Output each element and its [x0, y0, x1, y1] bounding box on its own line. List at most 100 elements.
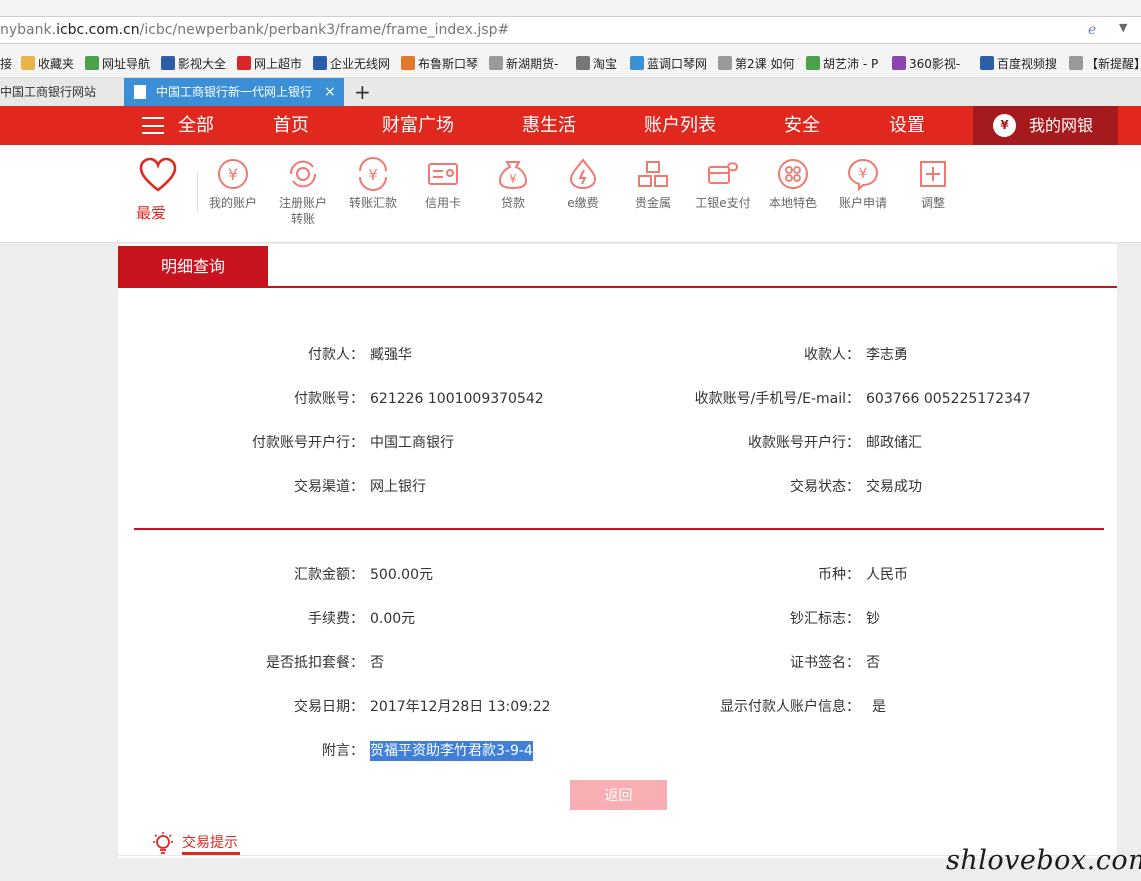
bookmark-item[interactable]: 网址导航	[85, 55, 150, 72]
ie-compat-icon[interactable]: ℯ	[1088, 22, 1096, 38]
yen-bubble-icon: ¥	[847, 158, 879, 191]
nav-icon	[85, 56, 99, 70]
func-adjust[interactable]: 调整	[893, 157, 973, 211]
fee-value: 0.00元	[370, 611, 416, 627]
func-e-payment[interactable]: e缴费	[543, 157, 623, 211]
row-date: 交易日期： 2017年12月28日 13:09:22 显示付款人账户信息： 是	[294, 699, 886, 715]
tab-strip: 中国工商银行网站 中国工商银行新一代网上银行 × +	[0, 78, 1141, 106]
bookmark-item[interactable]: 360影视-	[892, 55, 960, 72]
favorite-button[interactable]	[138, 157, 178, 197]
func-my-account[interactable]: ¥ 我的账户	[193, 157, 273, 211]
bookmark-item[interactable]: 布鲁斯口琴	[401, 55, 478, 72]
paw-icon	[980, 56, 994, 70]
page-icon	[489, 56, 503, 70]
url-text: nybank.icbc.com.cn/icbc/newperbank/perba…	[0, 22, 510, 38]
detail-panel: 明细查询 付款人： 臧强华 收款人： 李志勇 付款账号： 621226 1001…	[118, 244, 1117, 814]
folder-icon	[21, 56, 35, 70]
market-icon	[237, 56, 251, 70]
svg-text:¥: ¥	[859, 166, 868, 182]
svg-text:¥: ¥	[368, 166, 378, 184]
func-transfer[interactable]: ¥ 转账汇款	[333, 157, 413, 211]
back-button[interactable]: 返回	[570, 780, 667, 810]
flame-icon	[569, 158, 597, 190]
nav-settings[interactable]: 设置	[889, 106, 925, 145]
payee-value: 李志勇	[866, 347, 908, 363]
tab-detail-query[interactable]: 明细查询	[118, 246, 268, 287]
func-precious-metal[interactable]: 贵金属	[613, 157, 693, 211]
my-netbank-label: 我的网银	[1029, 116, 1094, 135]
row-amount: 汇款金额： 500.00元 币种： 人民币	[294, 567, 908, 583]
func-local-feature[interactable]: 本地特色	[753, 157, 833, 211]
nav-all[interactable]: 全部	[178, 106, 214, 145]
tab-underline	[118, 286, 1117, 288]
dropdown-arrow-icon[interactable]: ▼	[1119, 21, 1127, 34]
bookmark-item[interactable]: 【新提醒】	[1069, 55, 1141, 72]
money-bag-icon: ¥	[498, 161, 528, 190]
row-package: 是否抵扣套餐： 否 证书签名： 否	[266, 655, 880, 671]
transfer-yen-icon: ¥	[359, 157, 387, 191]
my-netbank-button[interactable]: ¥ 我的网银	[973, 106, 1118, 145]
note-value[interactable]: 贺福平资助李竹君款3-9-4	[370, 741, 533, 761]
bookmark-item[interactable]: 蓝调口琴网	[630, 55, 707, 72]
bookmarks-bar: 接收藏夹 网址导航 影视大全 网上超市 企业无线网 布鲁斯口琴 新湖期货- 淘宝 蓝调口琴网 第2…	[0, 48, 1141, 78]
bookmark-item[interactable]: 企业无线网	[313, 55, 390, 72]
svg-text:¥: ¥	[228, 165, 238, 184]
func-loan[interactable]: ¥ 贷款	[473, 157, 553, 211]
cash-value: 钞	[866, 611, 880, 627]
windows-icon	[630, 56, 644, 70]
bookmark-item[interactable]: 淘宝	[576, 55, 617, 72]
tab-label: 中国工商银行新一代网上银行	[156, 85, 313, 99]
payer-bank-value: 中国工商银行	[370, 435, 454, 451]
status-value: 交易成功	[866, 479, 922, 495]
tab-icbc-netbank[interactable]: 中国工商银行新一代网上银行 ×	[124, 78, 344, 106]
row-note: 附言： 贺福平资助李竹君款3-9-4	[322, 741, 533, 761]
favorite-label[interactable]: 最爱	[136, 202, 166, 223]
gold-bars-icon	[638, 161, 668, 187]
func-icbc-e-pay[interactable]: 工银e支付	[683, 157, 763, 211]
browser-address-bar-area: nybank.icbc.com.cn/icbc/newperbank/perba…	[0, 0, 1141, 48]
new-tab-button[interactable]: +	[354, 78, 371, 106]
music-icon	[401, 56, 415, 70]
page-icon	[1069, 56, 1083, 70]
date-value: 2017年12月28日 13:09:22	[370, 699, 551, 715]
row-channel: 交易渠道： 网上银行 交易状态： 交易成功	[294, 479, 922, 495]
nav-wealth[interactable]: 财富广场	[382, 106, 454, 145]
cert-value: 否	[866, 655, 880, 671]
bookmark-item[interactable]: 百度视频搜	[980, 55, 1057, 72]
tab-icbc-site[interactable]: 中国工商银行网站	[0, 78, 122, 106]
func-account-apply[interactable]: ¥ 账户申请	[823, 157, 903, 211]
row-account: 付款账号： 621226 1001009370542 收款账号/手机号/E-ma…	[294, 391, 1031, 407]
tips-tab[interactable]: 交易提示	[182, 832, 238, 852]
func-credit-card[interactable]: 信用卡	[403, 157, 483, 211]
payee-bank-value: 邮政储汇	[866, 435, 922, 451]
function-bar: 最爱 ¥ 我的账户 注册账户 转账 ¥ 转账汇款 信用卡 ¥ 贷款 e缴费 贵金…	[0, 145, 1141, 243]
bookmark-item[interactable]: 第2课 如何	[718, 55, 794, 72]
section-divider	[134, 528, 1104, 530]
func-registered-transfer[interactable]: 注册账户 转账	[263, 157, 343, 227]
bookmark-item[interactable]: 影视大全	[161, 55, 226, 72]
nav-security[interactable]: 安全	[784, 106, 820, 145]
currency-value: 人民币	[866, 567, 908, 583]
package-value: 否	[370, 655, 384, 671]
amount-value: 500.00元	[370, 567, 433, 583]
bookmark-item[interactable]: 网上超市	[237, 55, 302, 72]
payee-account-value: 603766 005225172347	[866, 391, 1031, 407]
svg-text:¥: ¥	[509, 172, 517, 186]
bookmark-item[interactable]: 收藏夹	[21, 55, 74, 72]
e-pay-icon	[708, 162, 739, 184]
page-icon	[134, 85, 146, 99]
nav-accounts[interactable]: 账户列表	[644, 106, 716, 145]
paw-icon	[313, 56, 327, 70]
address-input[interactable]: nybank.icbc.com.cn/icbc/newperbank/perba…	[0, 16, 1141, 44]
row-fee: 手续费： 0.00元 钞汇标志： 钞	[308, 611, 880, 627]
show-info-value: 是	[872, 699, 886, 715]
yen-circle-icon: ¥	[218, 159, 248, 189]
bookmark-item[interactable]: 新湖期货-	[489, 55, 558, 72]
bookmark-item[interactable]: 胡艺沛 - P	[806, 55, 878, 72]
close-icon[interactable]: ×	[324, 78, 336, 106]
bookmark-item[interactable]: 接	[0, 55, 12, 72]
nav-life[interactable]: 惠生活	[522, 106, 576, 145]
nav-home[interactable]: 首页	[273, 106, 309, 145]
menu-icon[interactable]	[142, 117, 164, 134]
lightbulb-icon	[153, 832, 173, 854]
